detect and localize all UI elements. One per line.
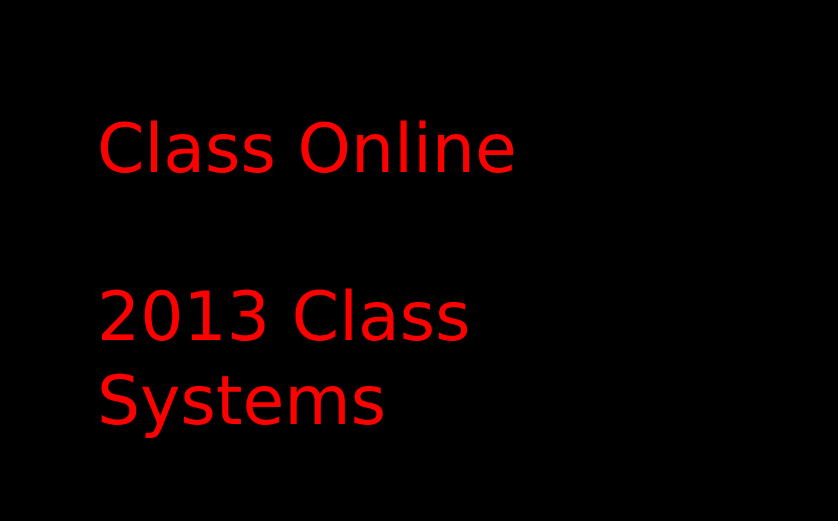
subtitle-line-2: Systems xyxy=(97,362,386,441)
splash-screen: Class Online 2013 Class Systems xyxy=(0,0,838,521)
subtitle-line-1: 2013 Class xyxy=(97,278,471,357)
title-text: Class Online xyxy=(97,110,517,189)
